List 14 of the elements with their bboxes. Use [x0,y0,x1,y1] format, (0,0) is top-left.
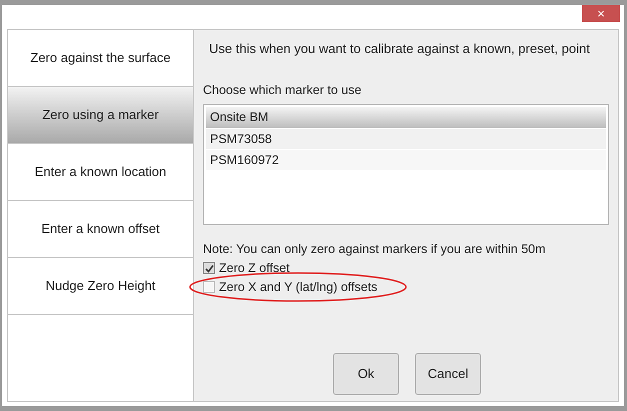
checkbox[interactable] [203,281,215,293]
marker-list-item[interactable]: PSM73058 [206,128,606,149]
dialog-button[interactable]: Ok [333,352,399,394]
sidebar-tab[interactable]: Zero using a marker [8,87,193,144]
checkbox-label: Zero X and Y (lat/lng) offsets [219,278,378,296]
note-text: Note: You can only zero against markers if you are within 50m [203,240,547,258]
checkbox[interactable] [203,262,215,274]
list-label: Choose which marker to use [203,82,362,99]
marker-list-item[interactable]: Onsite BM [206,106,606,128]
close-button[interactable]: × [582,5,620,22]
description-text: Use this when you want to calibrate against a known, preset, point [208,40,591,58]
dialog-button[interactable]: Cancel [415,352,481,394]
marker-list-item[interactable]: PSM160972 [206,148,606,170]
checkbox-label: Zero Z offset [219,260,290,277]
